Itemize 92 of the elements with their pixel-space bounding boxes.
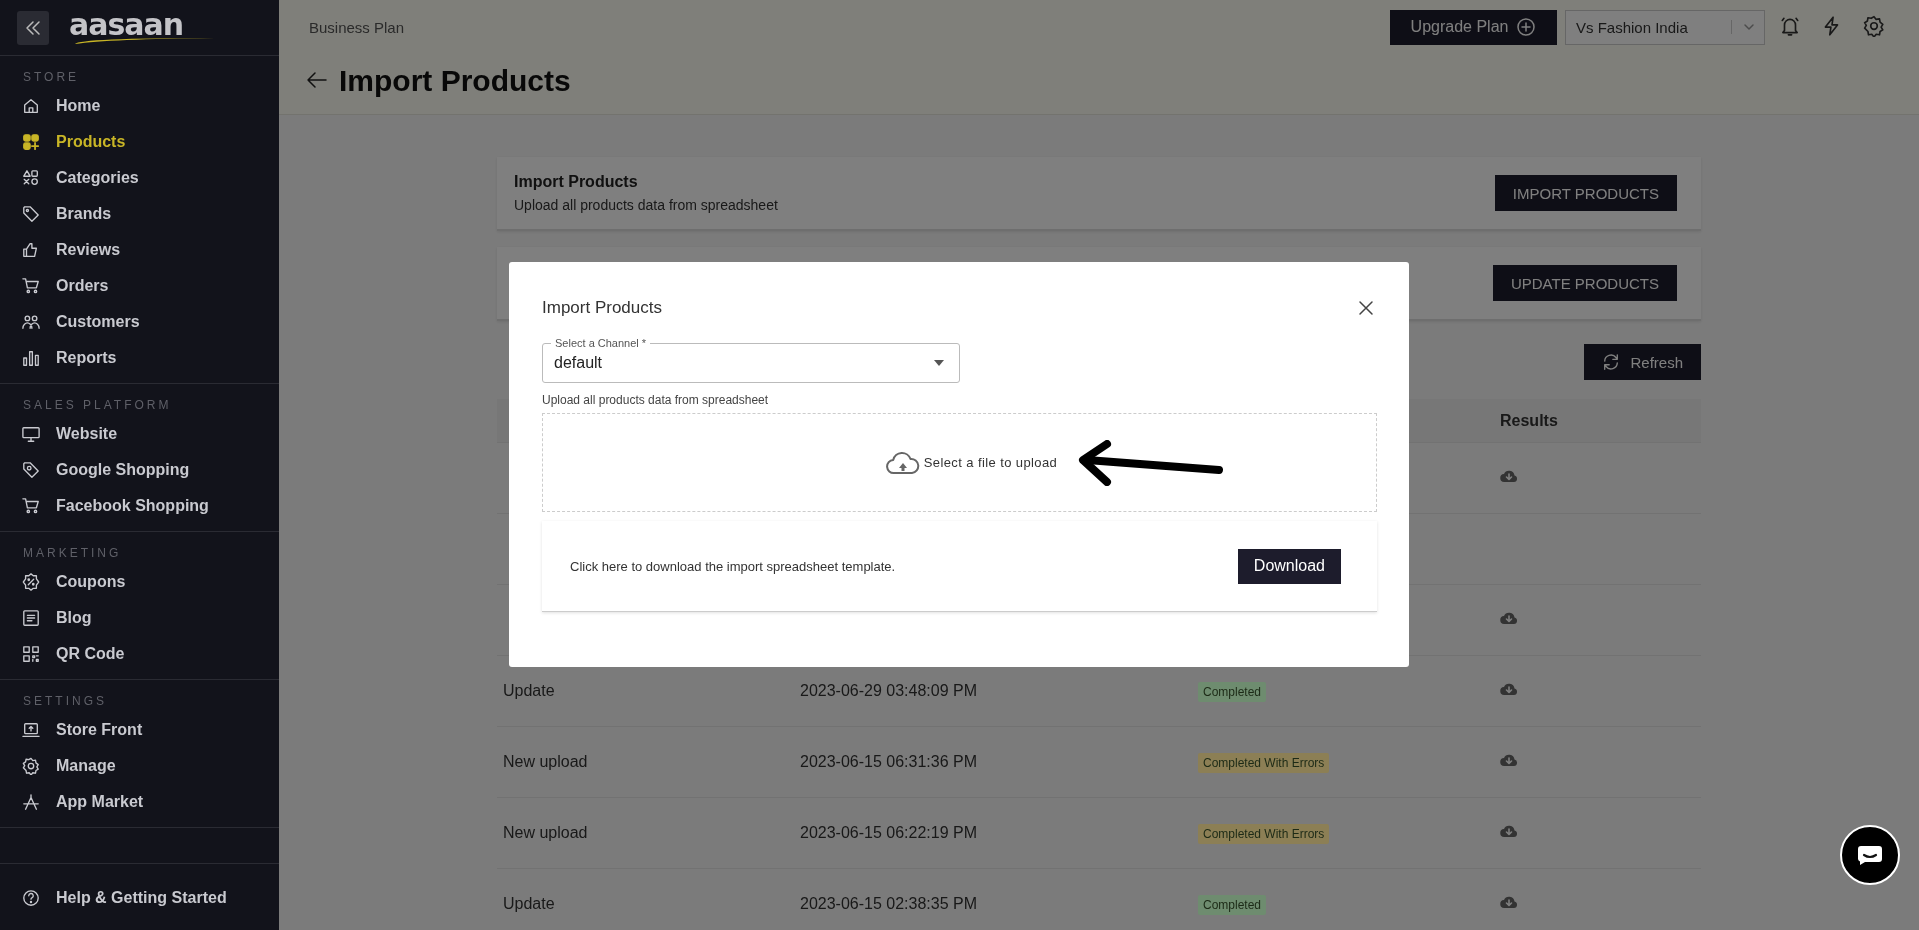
- table-cell: 2023-06-15 06:31:36 PM: [800, 753, 977, 770]
- tag-icon: [22, 461, 40, 479]
- card-title: Import Products: [514, 173, 639, 191]
- thumbs-up-icon: [22, 241, 40, 259]
- store-select[interactable]: Vs Fashion India: [1565, 9, 1765, 45]
- helper-text: Upload all products data from spreadsheet: [542, 393, 770, 407]
- settings-icon: [1863, 14, 1885, 37]
- download-result-button[interactable]: [1500, 682, 1518, 696]
- download-result-button[interactable]: [1500, 895, 1518, 909]
- shapes-icon: [22, 169, 40, 187]
- column-header: Results: [1500, 411, 1559, 430]
- sidebar-item[interactable]: Customers: [0, 304, 279, 340]
- card-subtitle: Upload all products data from spreadsheet: [514, 197, 778, 213]
- home-icon: [22, 97, 40, 115]
- sidebar-item[interactable]: Google Shopping: [0, 452, 279, 488]
- table-cell: Update: [503, 682, 555, 699]
- sidebar-item[interactable]: Home: [0, 88, 279, 124]
- page-title: Import Products: [339, 64, 571, 98]
- cart-icon: [22, 277, 40, 295]
- table-cell: 2023-06-29 03:48:09 PM: [800, 682, 977, 699]
- help-icon: [22, 889, 40, 907]
- download-result-button[interactable]: [1500, 753, 1518, 767]
- sidebar-item[interactable]: Reviews: [0, 232, 279, 268]
- cloud-download-icon: [1500, 611, 1518, 625]
- sidebar-item[interactable]: Website: [0, 416, 279, 452]
- table-cell: 2023-06-15 02:38:35 PM: [800, 895, 977, 912]
- status-badge: Completed: [1198, 682, 1267, 702]
- sidebar-item[interactable]: QR Code: [0, 636, 279, 672]
- table-cell: Update: [503, 895, 555, 912]
- help-link[interactable]: Help & Getting Started: [0, 880, 279, 916]
- cloud-download-icon: [1500, 682, 1518, 696]
- download-result-button[interactable]: [1500, 611, 1518, 625]
- file-dropzone[interactable]: Select a file to upload: [542, 413, 1377, 512]
- collapse-button[interactable]: [17, 10, 49, 45]
- cloud-download-icon: [1500, 753, 1518, 767]
- status-badge: Completed With Errors: [1198, 753, 1330, 773]
- table-cell: New upload: [503, 753, 588, 770]
- refresh-icon: [1602, 353, 1621, 371]
- sidebar-item[interactable]: Manage: [0, 748, 279, 784]
- gear-icon: [22, 757, 40, 775]
- chevron-down-icon: [1731, 20, 1756, 34]
- laptop-icon: [22, 721, 40, 739]
- action-button[interactable]: IMPORT PRODUCTS: [1494, 175, 1677, 211]
- table-cell: New upload: [503, 824, 588, 841]
- monitor-icon: [22, 425, 40, 443]
- section-heading: MARKETING: [22, 546, 123, 560]
- table-cell: 2023-06-15 06:22:19 PM: [800, 824, 977, 841]
- sidebar-item[interactable]: Products: [0, 124, 279, 160]
- action-button[interactable]: UPDATE PRODUCTS: [1492, 265, 1677, 301]
- cloud-upload-icon: [885, 450, 920, 475]
- grid-plus-icon: [22, 133, 40, 151]
- section-heading: SALES PLATFORM: [22, 398, 173, 412]
- template-text: Click here to download the import spreadsheet template.: [570, 558, 896, 574]
- sidebar-item[interactable]: Orders: [0, 268, 279, 304]
- chat-icon: [1857, 844, 1883, 866]
- sidebar-item[interactable]: Categories: [0, 160, 279, 196]
- percent-badge-icon: [22, 573, 40, 591]
- dropdown-caret-icon: [933, 359, 945, 367]
- compass-icon: [22, 793, 40, 811]
- sidebar-item[interactable]: Facebook Shopping: [0, 488, 279, 524]
- status-badge: Completed: [1198, 895, 1267, 915]
- sidebar-item[interactable]: Store Front: [0, 712, 279, 748]
- sidebar-item[interactable]: Blog: [0, 600, 279, 636]
- upgrade-button[interactable]: Upgrade Plan: [1390, 9, 1557, 45]
- sidebar-item[interactable]: App Market: [0, 784, 279, 820]
- document-icon: [22, 609, 40, 627]
- sidebar-item[interactable]: Brands: [0, 196, 279, 232]
- sidebar-item[interactable]: Coupons: [0, 564, 279, 600]
- logo-text: aasaan: [69, 9, 184, 40]
- cloud-download-icon: [1500, 469, 1518, 483]
- cloud-download-icon: [1500, 824, 1518, 838]
- section-heading: SETTINGS: [22, 694, 108, 708]
- cloud-download-icon: [1500, 895, 1518, 909]
- tag-icon: [22, 205, 40, 223]
- dialog-title: Import Products: [542, 298, 662, 318]
- plan-label: Business Plan: [309, 18, 405, 36]
- upload-prompt: Select a file to upload: [923, 455, 1058, 470]
- qr-code-icon: [22, 645, 40, 663]
- people-icon: [22, 313, 40, 331]
- sidebar-item[interactable]: Reports: [0, 340, 279, 376]
- plus-circle-icon: [1516, 17, 1537, 37]
- cart-icon: [22, 497, 40, 515]
- download-result-button[interactable]: [1500, 824, 1518, 838]
- close-icon: [1357, 299, 1375, 317]
- field-label: Select a Channel *: [551, 336, 651, 350]
- status-badge: Completed With Errors: [1198, 824, 1330, 844]
- download-result-button[interactable]: [1500, 469, 1518, 483]
- collapse-icon: [24, 18, 42, 37]
- refresh-button[interactable]: Refresh: [1584, 344, 1701, 380]
- download-button[interactable]: Download: [1237, 548, 1341, 584]
- bar-chart-icon: [22, 349, 40, 367]
- section-heading: STORE: [22, 70, 81, 84]
